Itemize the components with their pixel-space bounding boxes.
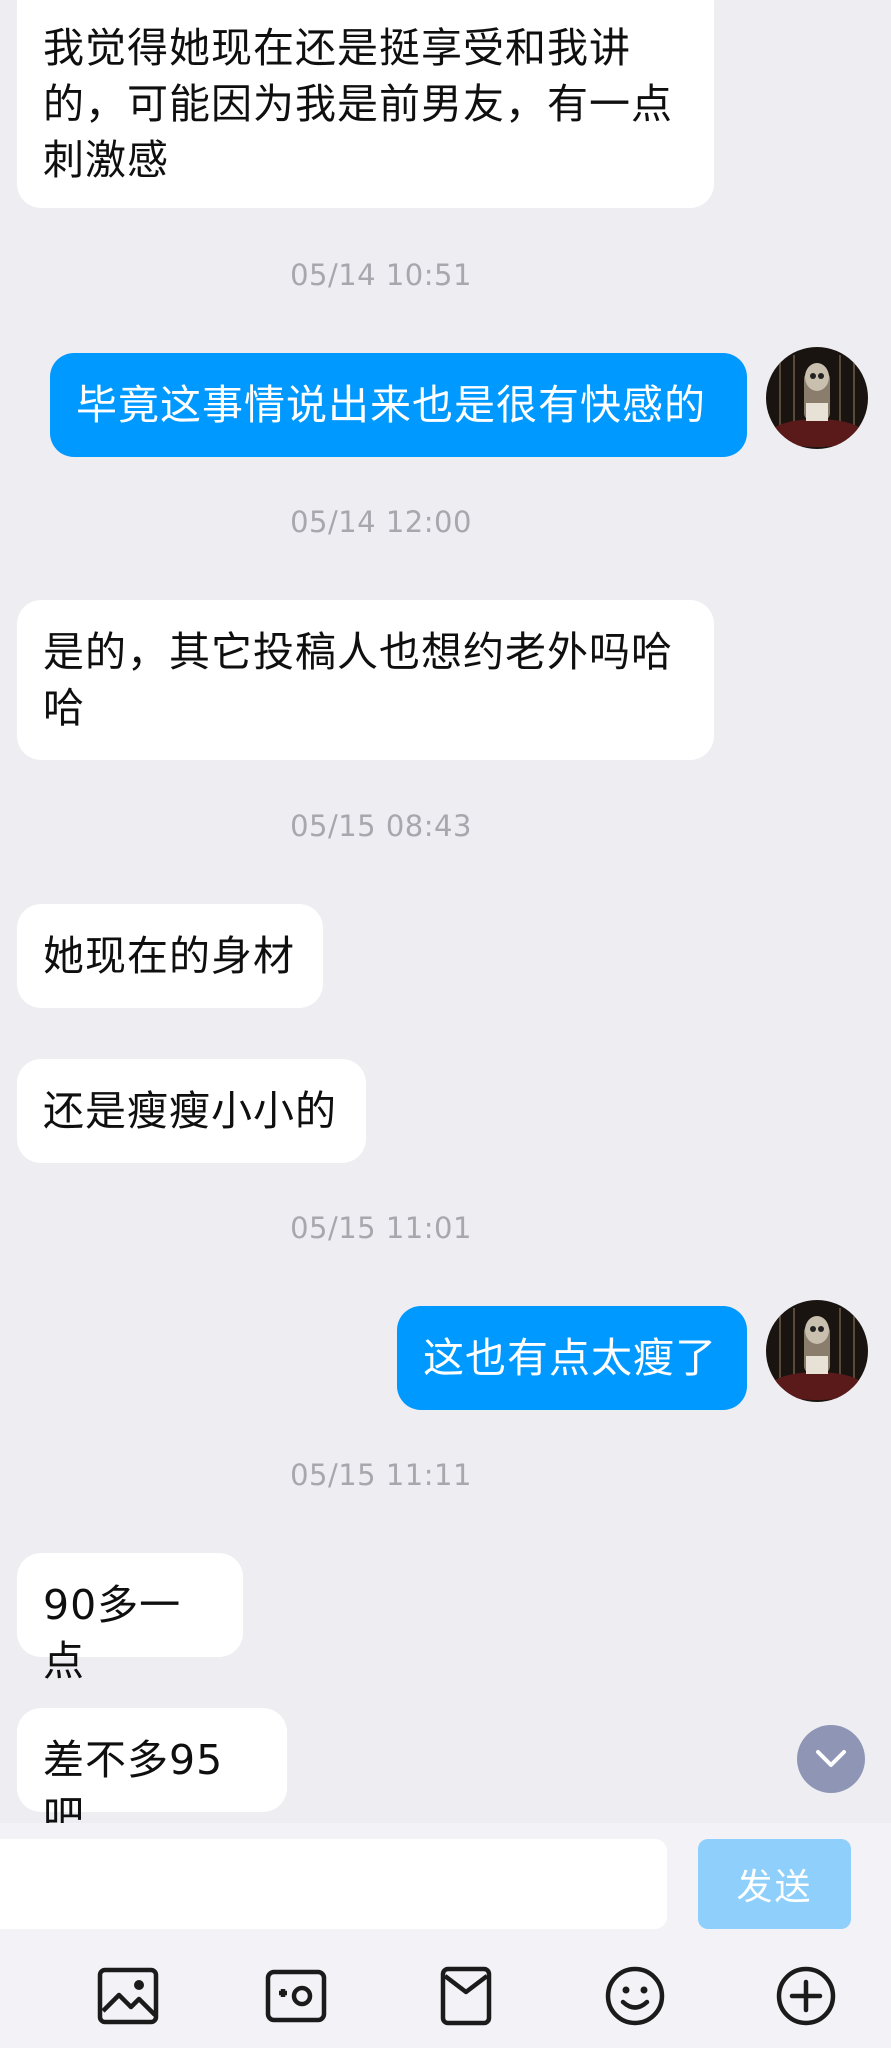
chevron-down-icon [816,1750,846,1767]
message-bubble-incoming[interactable]: 我觉得她现在还是挺享受和我讲的，可能因为我是前男友，有一点刺激感 [17,0,714,208]
user-avatar[interactable] [766,1300,868,1402]
message-input[interactable] [0,1839,667,1929]
scroll-to-bottom-button[interactable] [797,1725,865,1793]
message-bubble-outgoing[interactable]: 这也有点太瘦了 [397,1306,747,1410]
send-button[interactable]: 发送 [698,1839,851,1929]
message-timestamp: 05/15 11:01 [290,1211,472,1245]
message-timestamp: 05/14 10:51 [290,258,472,292]
message-timestamp: 05/15 11:11 [290,1458,472,1492]
message-timestamp: 05/15 08:43 [290,809,472,843]
input-bar: 发送 [0,1823,891,2048]
message-bubble-incoming[interactable]: 还是瘦瘦小小的 [17,1059,366,1163]
image-icon[interactable] [95,1963,161,2029]
user-avatar[interactable] [766,347,868,449]
plus-icon[interactable] [773,1963,839,2029]
message-timestamp: 05/14 12:00 [290,505,472,539]
message-bubble-incoming[interactable]: 是的，其它投稿人也想约老外吗哈哈 [17,600,714,760]
message-bubble-outgoing[interactable]: 毕竟这事情说出来也是很有快感的 [50,353,747,457]
emoji-icon[interactable] [602,1963,668,2029]
message-bubble-incoming[interactable]: 差不多95吧 [17,1708,287,1840]
message-bubble-incoming[interactable]: 她现在的身材 [17,904,323,1008]
camera-icon[interactable] [263,1963,329,2029]
red-packet-icon[interactable] [433,1963,499,2029]
chat-screen: 我觉得她现在还是挺享受和我讲的，可能因为我是前男友，有一点刺激感 05/14 1… [0,0,891,2048]
message-bubble-incoming[interactable]: 90多一点 [17,1553,243,1685]
